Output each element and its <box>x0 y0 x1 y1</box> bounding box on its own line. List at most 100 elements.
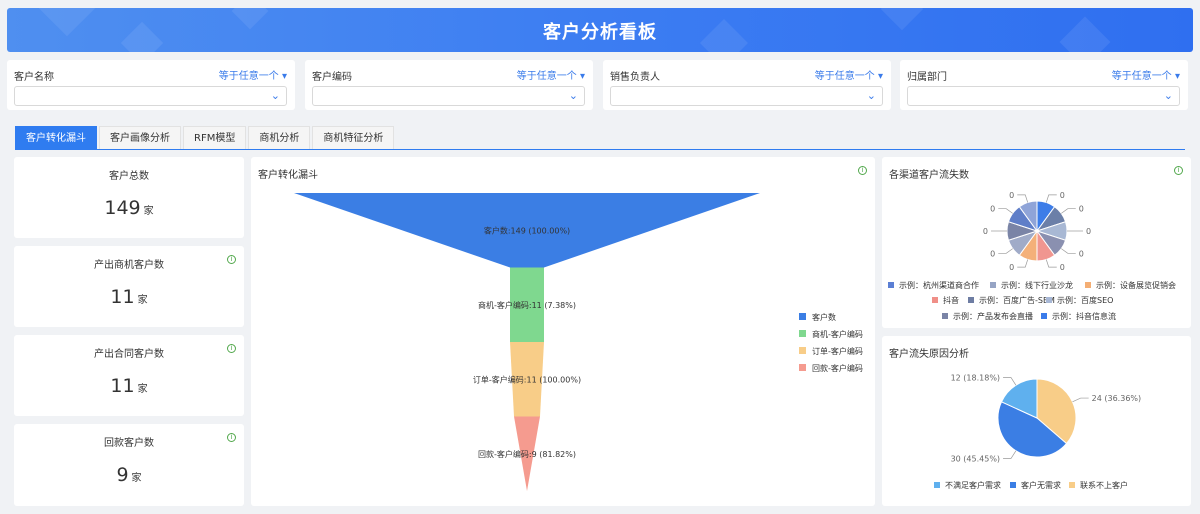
info-icon[interactable]: i <box>227 433 236 442</box>
legend-swatch <box>799 364 806 371</box>
filter-select[interactable]: ⌄ <box>907 86 1180 106</box>
slice-label: 0 <box>1086 227 1091 236</box>
caret-down-icon: ▾ <box>281 71 287 82</box>
filter-operator-dropdown[interactable]: 等于任意一个 ▾ <box>517 67 585 82</box>
filter-select[interactable]: ⌄ <box>312 86 585 106</box>
leader-line <box>998 208 1013 214</box>
legend-swatch <box>942 313 948 319</box>
slice-label: 0 <box>1060 263 1065 272</box>
slice-label: 0 <box>1060 191 1065 200</box>
funnel-label: 订单-客户编码:11 (100.00%) <box>473 374 581 384</box>
legend-label: 示例：产品发布会直播 <box>953 311 1033 321</box>
legend-swatch <box>888 282 894 288</box>
legend-swatch <box>1041 313 1047 319</box>
tab-opportunity-features[interactable]: 商机特征分析 <box>312 126 395 150</box>
legend-swatch <box>1069 482 1075 488</box>
filter-sales-owner: 销售负责人 等于任意一个 ▾ ⌄ <box>603 60 891 110</box>
stat-unit: 家 <box>137 295 148 306</box>
caret-down-icon: ▾ <box>1174 71 1180 82</box>
chevron-down-icon: ⌄ <box>568 89 578 102</box>
legend-label: 不满足客户需求 <box>945 480 1001 490</box>
legend-label: 客户无需求 <box>1021 480 1061 490</box>
stat-number: 11 <box>110 286 135 308</box>
legend-label: 示例：抖音信息流 <box>1052 311 1116 321</box>
leader-line <box>1045 194 1057 203</box>
chevron-down-icon: ⌄ <box>1163 89 1173 102</box>
legend-swatch <box>799 347 806 354</box>
reason-churn-card: 客户流失原因分析 24 (36.36%) 30 (45.45%) 12 (18.18… <box>882 336 1191 506</box>
legend-label: 商机-客户编码 <box>812 329 863 339</box>
stat-value: 11 家 <box>14 286 244 308</box>
stat-unit: 家 <box>137 384 148 395</box>
page-title: 客户分析看板 <box>543 22 657 43</box>
leader-line <box>1045 259 1057 268</box>
legend-swatch <box>799 313 806 320</box>
stat-number: 11 <box>110 375 135 397</box>
info-icon[interactable]: i <box>227 344 236 353</box>
filter-operator-dropdown[interactable]: 等于任意一个 ▾ <box>815 67 883 82</box>
channel-churn-card: 各渠道客户流失数 i 0 0 0 0 0 0 0 0 0 0 示例：杭州渠道商合作 示例：线下行业沙龙… <box>882 157 1191 328</box>
funnel-label: 客户数:149 (100.00%) <box>484 225 570 235</box>
tab-opportunity-analysis[interactable]: 商机分析 <box>248 126 311 150</box>
stat-value: 11 家 <box>14 375 244 397</box>
tab-rfm-model[interactable]: RFM模型 <box>183 126 247 150</box>
reason-pie-chart: 24 (36.36%) 30 (45.45%) 12 (18.18%) 不满足客户需求… <box>934 374 1141 490</box>
tab-underline <box>15 149 1185 150</box>
legend-swatch <box>934 482 940 488</box>
stat-number: 9 <box>116 464 129 486</box>
funnel-chart: 客户数:149 (100.00%) 商机-客户编码:11 (7.38%) 订单-客户… <box>294 193 863 491</box>
slice-label: 12 (18.18%) <box>951 374 1000 383</box>
legend-label: 联系不上客户 <box>1080 480 1128 490</box>
leader-line <box>998 248 1013 254</box>
leader-line <box>1017 259 1029 268</box>
slice-label: 0 <box>1009 191 1014 200</box>
legend-label: 抖音 <box>943 295 959 305</box>
legend-label: 回款-客户编码 <box>812 363 863 373</box>
legend-swatch <box>968 297 974 303</box>
slice-label: 24 (36.36%) <box>1092 394 1141 403</box>
stat-title: 客户总数 <box>109 171 149 182</box>
tab-conversion-funnel[interactable]: 客户转化漏斗 <box>15 126 97 150</box>
filter-select[interactable]: ⌄ <box>610 86 883 106</box>
legend-label: 示例：设备展览促销会 <box>1096 280 1176 290</box>
chevron-down-icon: ⌄ <box>866 89 876 102</box>
legend-swatch <box>1085 282 1091 288</box>
funnel-label: 商机-客户编码:11 (7.38%) <box>478 300 576 310</box>
slice-label: 0 <box>1009 263 1014 272</box>
dashboard-header: 客户分析看板 <box>7 8 1193 52</box>
chevron-down-icon: ⌄ <box>270 89 280 102</box>
legend-label: 示例：百度SEO <box>1057 295 1113 305</box>
legend-swatch <box>1046 297 1052 303</box>
info-icon[interactable]: i <box>227 255 236 264</box>
legend-swatch <box>1010 482 1016 488</box>
legend-swatch <box>932 297 938 303</box>
caret-down-icon: ▾ <box>579 71 585 82</box>
funnel-card: 客户转化漏斗 i 客户数:149 (100.00%) 商机-客户编码:11 (7.… <box>251 157 875 506</box>
slice-label: 0 <box>1079 205 1084 214</box>
stat-title: 回款客户数 <box>104 438 154 449</box>
leader-line <box>1061 208 1076 214</box>
stat-title: 产出商机客户数 <box>94 260 164 271</box>
tab-bar: 客户转化漏斗 客户画像分析 RFM模型 商机分析 商机特征分析 <box>15 126 396 150</box>
filter-operator-dropdown[interactable]: 等于任意一个 ▾ <box>1112 67 1180 82</box>
stat-card-total-customers: 客户总数 149 家 <box>14 157 244 238</box>
filter-customer-code: 客户编码 等于任意一个 ▾ ⌄ <box>305 60 593 110</box>
filter-label: 销售负责人 <box>610 72 660 83</box>
stat-value: 149 家 <box>14 197 244 219</box>
filter-operator-dropdown[interactable]: 等于任意一个 ▾ <box>219 67 287 82</box>
filter-select[interactable]: ⌄ <box>14 86 287 106</box>
funnel-label: 回款-客户编码:9 (81.82%) <box>478 449 576 459</box>
leader-line <box>1072 397 1089 403</box>
slice-label: 0 <box>990 205 995 214</box>
channel-pie-chart: 0 0 0 0 0 0 0 0 0 0 示例：杭州渠道商合作 示例：线下行业沙龙 示例：设备展览促销会抖… <box>888 191 1176 321</box>
leader-line <box>1017 194 1029 203</box>
stat-card-opportunity-customers: 产出商机客户数 i 11 家 <box>14 246 244 327</box>
filter-customer-name: 客户名称 等于任意一个 ▾ ⌄ <box>7 60 295 110</box>
stat-title: 产出合同客户数 <box>94 349 164 360</box>
stat-card-payment-customers: 回款客户数 i 9家 <box>14 424 244 506</box>
leader-line <box>1003 377 1017 386</box>
slice-label: 0 <box>990 249 995 258</box>
tab-customer-portrait[interactable]: 客户画像分析 <box>99 126 181 150</box>
filter-label: 客户名称 <box>14 72 54 83</box>
legend-label: 示例：百度广告-SEM <box>979 295 1055 305</box>
